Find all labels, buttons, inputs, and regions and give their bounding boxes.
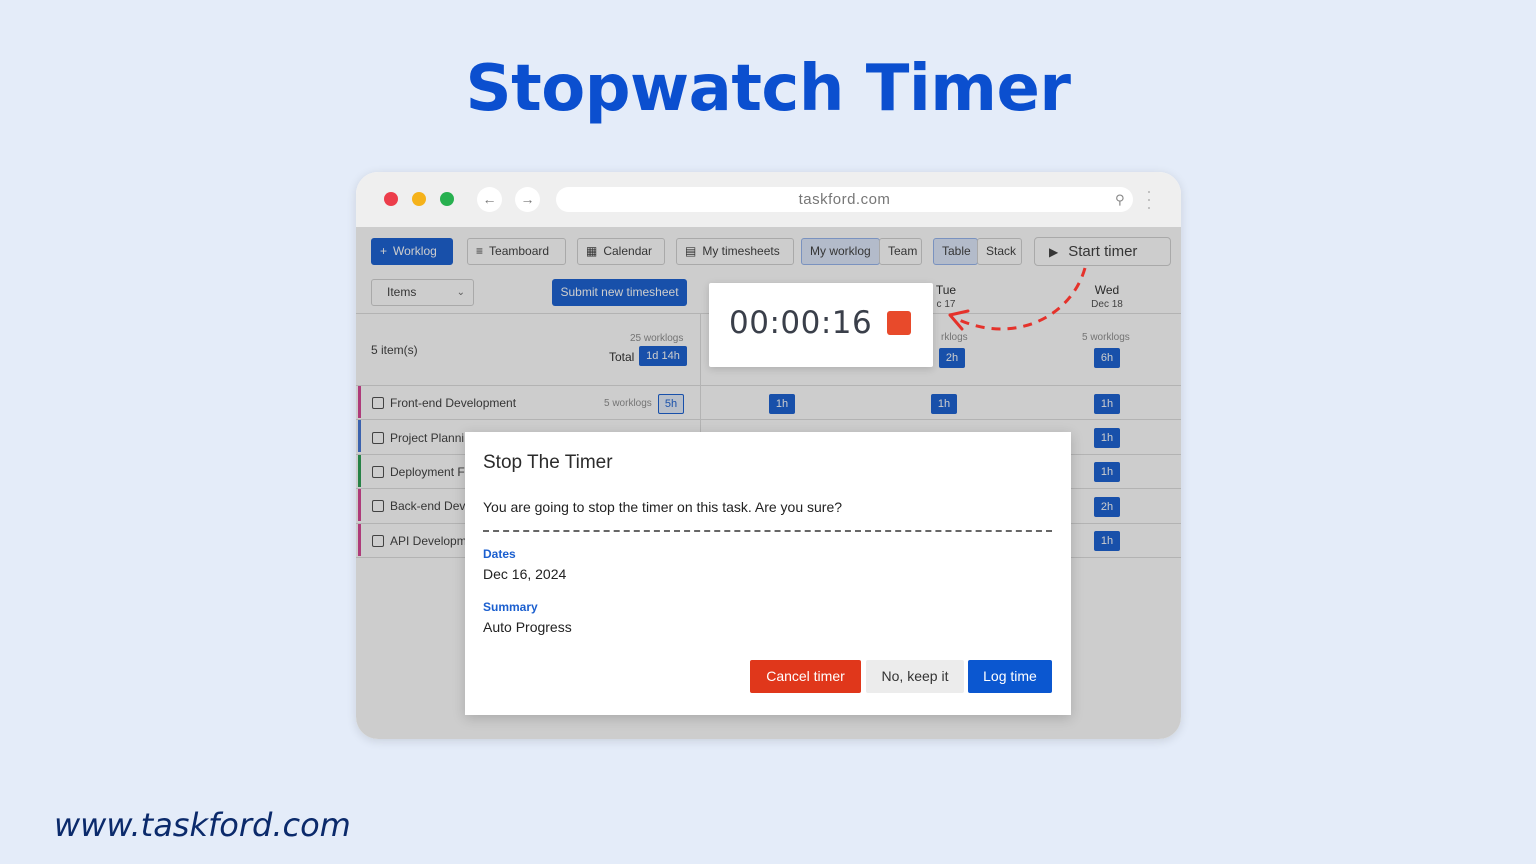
timer-display: 00:00:16 <box>729 305 873 341</box>
minimize-window-dot[interactable] <box>412 192 426 206</box>
summary-label: Summary <box>483 600 538 614</box>
stop-timer-dialog: Stop The Timer You are going to stop the… <box>465 432 1071 715</box>
dashed-divider <box>483 530 1052 532</box>
url-text: taskford.com <box>798 191 891 208</box>
back-arrow-icon[interactable]: ← <box>477 187 502 212</box>
maximize-window-dot[interactable] <box>440 192 454 206</box>
footer-url[interactable]: www.taskford.com <box>54 806 351 844</box>
summary-value: Auto Progress <box>483 619 572 635</box>
url-bar[interactable]: taskford.com ⚲ <box>556 187 1133 212</box>
dialog-title: Stop The Timer <box>483 452 613 473</box>
search-icon[interactable]: ⚲ <box>1115 187 1125 212</box>
forward-arrow-icon[interactable]: → <box>515 187 540 212</box>
cancel-timer-button[interactable]: Cancel timer <box>750 660 861 693</box>
stopwatch-popup: 00:00:16 <box>709 283 933 367</box>
dates-value: Dec 16, 2024 <box>483 566 567 582</box>
close-window-dot[interactable] <box>384 192 398 206</box>
kebab-menu-icon[interactable]: · · · <box>1146 182 1152 216</box>
keep-timer-button[interactable]: No, keep it <box>866 660 964 693</box>
dates-label: Dates <box>483 547 516 561</box>
stop-timer-button[interactable] <box>887 311 911 335</box>
dialog-message: You are going to stop the timer on this … <box>483 499 843 515</box>
browser-chrome: ← → taskford.com ⚲ · · · <box>356 172 1181 227</box>
log-time-button[interactable]: Log time <box>968 660 1052 693</box>
page-headline: Stopwatch Timer <box>465 52 1071 126</box>
